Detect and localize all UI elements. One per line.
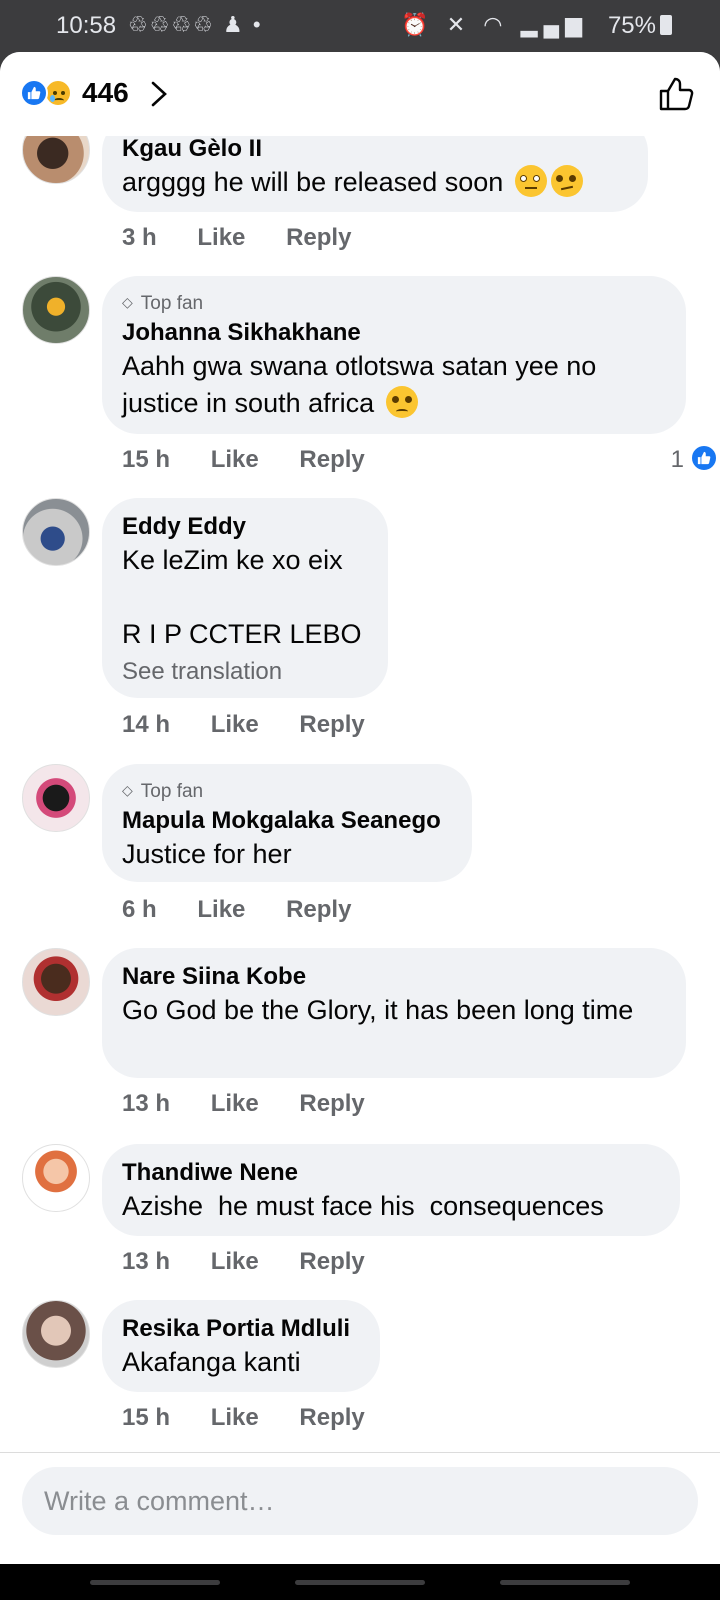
diamond-icon: ◇	[122, 294, 133, 310]
comment-text-content: argggg he will be released soon	[122, 167, 504, 197]
comment-actions: 3 h Like Reply	[122, 224, 385, 252]
comment-author[interactable]: Nare Siina Kobe	[122, 962, 666, 992]
comment-time: 15 h	[122, 1404, 171, 1431]
comment-bubble: Thandiwe Nene Azishe he must face his co…	[102, 1144, 680, 1236]
notification-icons: ♲♲♲♲ ♟ •	[128, 12, 263, 37]
comment-author[interactable]: Resika Portia Mdluli	[122, 1314, 360, 1344]
sad-tear-emoji-icon	[385, 386, 418, 418]
see-translation-link[interactable]: See translation	[122, 655, 368, 689]
avatar[interactable]	[22, 498, 90, 566]
comment-actions: 13 h Like Reply	[122, 1248, 399, 1276]
comment-text: Akafanga kanti	[122, 1347, 301, 1377]
comment-time: 13 h	[122, 1090, 171, 1117]
comment-reaction-count[interactable]: 1	[670, 444, 718, 474]
nav-back-button[interactable]	[500, 1580, 630, 1585]
comment-time: 13 h	[122, 1248, 171, 1275]
smirk-emoji-icon	[550, 165, 583, 197]
like-comment-button[interactable]: Like	[197, 224, 245, 251]
comment-author[interactable]: Kgau Gèlo II	[122, 134, 628, 164]
top-fan-badge: ◇ Top fan	[122, 290, 666, 314]
comment-bubble: Eddy Eddy Ke leZim ke xo eix R I P CCTER…	[102, 498, 388, 698]
comment-bubble: ◇ Top fan Mapula Mokgalaka Seanego Justic…	[102, 764, 472, 882]
comment-time: 15 h	[122, 446, 171, 473]
reaction-count[interactable]: 446	[82, 77, 129, 109]
comment-actions: 15 h Like Reply	[122, 446, 399, 474]
like-post-button[interactable]	[658, 76, 694, 117]
like-comment-button[interactable]: Like	[197, 896, 245, 923]
write-comment-input[interactable]	[22, 1467, 698, 1535]
reply-comment-button[interactable]: Reply	[299, 446, 364, 473]
top-fan-badge: ◇ Top fan	[122, 778, 452, 802]
like-reaction-icon	[690, 444, 718, 472]
comment-time: 6 h	[122, 896, 157, 923]
comment-author[interactable]: Eddy Eddy	[122, 512, 368, 542]
comment-text: Azishe he must face his consequences	[122, 1191, 604, 1221]
comment-composer	[0, 1452, 720, 1564]
nav-home-button[interactable]	[295, 1580, 425, 1585]
comment-text: Ke leZim ke xo eix R I P CCTER LEBO	[122, 545, 362, 649]
comment-actions: 14 h Like Reply	[122, 711, 399, 739]
avatar[interactable]	[22, 948, 90, 1016]
system-navigation-bar	[0, 1564, 720, 1600]
status-bar: 10:58 ♲♲♲♲ ♟ • ⏰ ✕ ◠ ▂▄▆ 75%	[0, 0, 720, 52]
like-icon	[20, 79, 48, 107]
reply-comment-button[interactable]: Reply	[299, 711, 364, 738]
reply-comment-button[interactable]: Reply	[299, 1248, 364, 1275]
like-comment-button[interactable]: Like	[211, 1404, 259, 1431]
reply-comment-button[interactable]: Reply	[299, 1090, 364, 1117]
like-comment-button[interactable]: Like	[211, 1090, 259, 1117]
comment-bubble: Resika Portia Mdluli Akafanga kanti	[102, 1300, 380, 1392]
like-comment-button[interactable]: Like	[211, 711, 259, 738]
battery-percent: 75%	[607, 12, 656, 39]
top-fan-label: Top fan	[140, 781, 204, 802]
reply-comment-button[interactable]: Reply	[286, 896, 351, 923]
comment-text: Go God be the Glory, it has been long ti…	[122, 995, 634, 1025]
comment-text: Justice for her	[122, 839, 292, 869]
reactions-header: 446	[0, 52, 720, 136]
comment-author[interactable]: Thandiwe Nene	[122, 1158, 660, 1188]
avatar[interactable]	[22, 1144, 90, 1212]
comment-actions: 13 h Like Reply	[122, 1090, 399, 1118]
comments-sheet: Kgau Gèlo II argggg he will be released …	[0, 52, 720, 1600]
comment-text: Aahh gwa swana otlotswa satan yee no jus…	[122, 348, 666, 422]
comment-time: 3 h	[122, 224, 157, 251]
system-icons: ⏰ ✕ ◠ ▂▄▆	[401, 12, 588, 37]
comment-text-content: Aahh gwa swana otlotswa satan yee no jus…	[122, 351, 604, 418]
comments-list[interactable]: Kgau Gèlo II argggg he will be released …	[0, 52, 720, 1452]
status-time: 10:58	[56, 12, 117, 39]
reaction-count-label: 1	[670, 446, 684, 473]
reply-comment-button[interactable]: Reply	[286, 224, 351, 251]
comment-time: 14 h	[122, 711, 171, 738]
nav-recent-apps-button[interactable]	[90, 1580, 220, 1585]
sad-icon	[44, 79, 72, 107]
comment-bubble: ◇ Top fan Johanna Sikhakhane Aahh gwa swa…	[102, 276, 686, 434]
like-comment-button[interactable]: Like	[211, 1248, 259, 1275]
comment-author[interactable]: Mapula Mokgalaka Seanego	[122, 806, 452, 836]
comment-author[interactable]: Johanna Sikhakhane	[122, 318, 666, 348]
comment-text: argggg he will be released soon	[122, 164, 628, 201]
battery-icon	[660, 15, 672, 35]
avatar[interactable]	[22, 764, 90, 832]
avatar[interactable]	[22, 1300, 90, 1368]
diamond-icon: ◇	[122, 782, 133, 798]
avatar[interactable]	[22, 276, 90, 344]
reply-comment-button[interactable]: Reply	[299, 1404, 364, 1431]
like-comment-button[interactable]: Like	[211, 446, 259, 473]
comment-bubble: Nare Siina Kobe Go God be the Glory, it …	[102, 948, 686, 1078]
chevron-right-icon[interactable]	[150, 80, 168, 113]
comment-actions: 15 h Like Reply	[122, 1404, 399, 1432]
top-fan-label: Top fan	[140, 293, 204, 314]
eye-roll-emoji-icon	[514, 165, 547, 197]
comment-actions: 6 h Like Reply	[122, 896, 385, 924]
